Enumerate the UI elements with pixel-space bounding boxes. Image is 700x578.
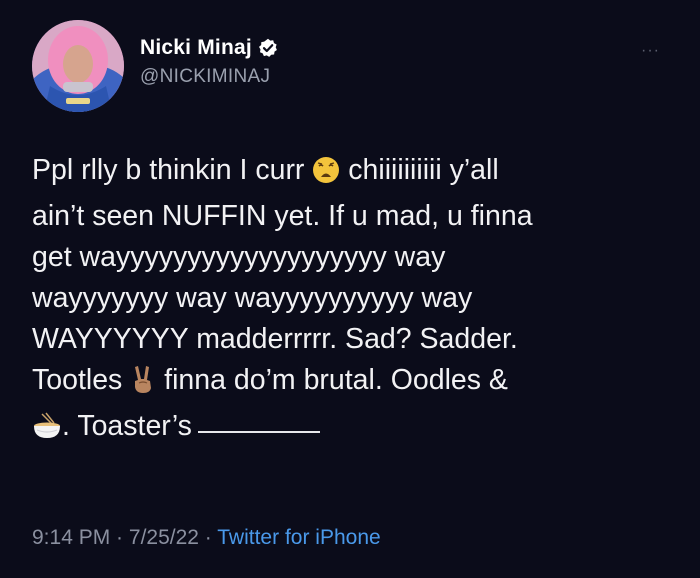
tweet-line-7-text: . Toaster’s xyxy=(62,410,192,442)
verified-badge-icon xyxy=(258,38,278,58)
name-row: Nicki Minaj xyxy=(140,36,278,60)
tweet-line-2: ain’t seen NUFFIN yet. If u mad, u finna xyxy=(32,200,533,232)
user-handle[interactable]: @NICKIMINAJ xyxy=(140,66,270,88)
tweet-line-1-a: Ppl rlly b thinkin I curr xyxy=(32,154,305,186)
tweet-meta: 9:14 PM · 7/25/22 · Twitter for iPhone xyxy=(32,526,381,550)
tweet-line-5: WAYYYYYY madderrrrr. Sad? Sadder. xyxy=(32,323,518,355)
tweet-line-1-b: chiiiiiiiiii y’all xyxy=(348,154,499,186)
tweet-time[interactable]: 9:14 PM xyxy=(32,526,110,549)
tweet-line-6-a: Tootles xyxy=(32,364,123,396)
tweet-line-6: Tootles finna do’m brutal. Oodles & xyxy=(32,360,682,406)
tweet-text: Ppl rlly b thinkin I curr chiiiiiiiiii y… xyxy=(32,150,682,452)
victory-hand-emoji xyxy=(130,364,156,406)
meta-separator: · xyxy=(110,526,129,549)
more-options-icon[interactable]: ··· xyxy=(641,42,660,60)
tweet-line-6-b: finna do’m brutal. Oodles & xyxy=(164,364,508,396)
tweet-line-4: wayyyyyyy way wayyyyyyyyyy way xyxy=(32,282,473,314)
tweet-source-link[interactable]: Twitter for iPhone xyxy=(217,526,380,549)
tweet-line-7: . Toaster’s xyxy=(32,406,682,452)
avatar-image xyxy=(32,20,124,112)
blank-underline xyxy=(197,431,320,433)
avatar[interactable] xyxy=(32,20,124,112)
weary-face-emoji xyxy=(312,155,340,196)
tweet-date[interactable]: 7/25/22 xyxy=(129,526,199,549)
meta-separator: · xyxy=(198,526,218,549)
display-name[interactable]: Nicki Minaj xyxy=(140,36,252,60)
tweet-line-1: Ppl rlly b thinkin I curr chiiiiiiiiii y… xyxy=(32,150,682,196)
tweet-card: Nicki Minaj @NICKIMINAJ ··· Ppl rlly b t… xyxy=(0,0,700,578)
noodle-bowl-emoji xyxy=(32,411,62,452)
tweet-line-3: get wayyyyyyyyyyyyyyyyyyy way xyxy=(32,241,446,273)
